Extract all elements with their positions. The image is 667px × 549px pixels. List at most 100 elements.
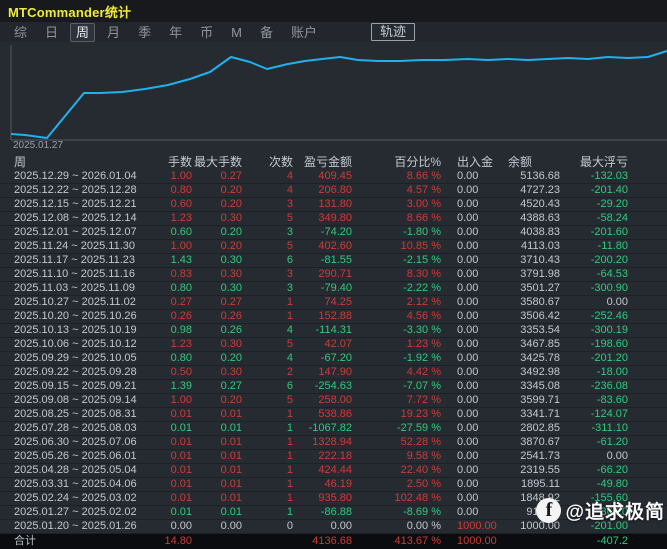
app-window: MTCommander统计 综日周月季年币 M 备账户 轨迹 2025.01.27 …	[0, 0, 667, 549]
row-16-cell-5: -254.63	[314, 380, 352, 392]
menu-item-5[interactable]: 季	[132, 24, 157, 41]
table-row[interactable]: 2025.11.17 ~ 2025.11.23 1.43 0.30 6 -81.55 -2…	[0, 254, 667, 268]
row-15-cell-5: 147.90	[318, 366, 352, 378]
row-14-cell-7: 0.00	[457, 352, 479, 364]
column-header-5: 盈亏金额	[303, 154, 352, 169]
row-10-cell-8: 3580.67	[520, 296, 560, 308]
table-row[interactable]: 2025.08.25 ~ 2025.08.31 0.01 0.01 1 538.86 19…	[0, 408, 667, 422]
table-row[interactable]: 2025.09.22 ~ 2025.09.28 0.50 0.30 2 147.90 4.…	[0, 366, 667, 380]
table-row[interactable]: 2025.03.31 ~ 2025.04.06 0.01 0.01 1 46.19 2.5…	[0, 478, 667, 492]
table-row[interactable]: 2025.01.27 ~ 2025.02.02 0.01 0.01 1 -86.88 -8…	[0, 506, 667, 520]
table-row[interactable]: 2025.09.08 ~ 2025.09.14 1.00 0.20 5 258.00 7.…	[0, 394, 667, 408]
row-2-cell-3: 0.20	[220, 184, 242, 196]
column-header-7: 出入金	[457, 154, 494, 169]
row-7-cell-4: 6	[286, 254, 293, 266]
table-row[interactable]: 2025.04.28 ~ 2025.05.04 0.01 0.01 1 424.44 22…	[0, 464, 667, 478]
row-18-cell-7: 0.00	[457, 408, 479, 420]
row-6-cell-6: 10.85 %	[400, 240, 441, 252]
row-3-cell-4: 3	[286, 198, 293, 210]
row-2-cell-4: 4	[286, 184, 293, 196]
table-row[interactable]: 2025.09.29 ~ 2025.10.05 0.80 0.20 4 -67.20 -1…	[0, 352, 667, 366]
row-1-cell-6: 8.66 %	[406, 170, 441, 182]
row-5-cell-5: -74.20	[320, 226, 352, 238]
table-row[interactable]: 2025.10.27 ~ 2025.11.02 0.27 0.27 1 74.25 2.1…	[0, 296, 667, 310]
table-row[interactable]: 2025.12.08 ~ 2025.12.14 1.23 0.30 5 349.80 8.…	[0, 212, 667, 226]
row-8-cell-9: -64.53	[596, 268, 628, 280]
row-8-cell-3: 0.30	[220, 268, 242, 280]
table-row[interactable]: 2025.01.20 ~ 2025.01.26 0.00 0.00 0 0.00 0.00…	[0, 520, 667, 534]
row-11-cell-6: 4.56 %	[406, 310, 441, 322]
row-15-cell-4: 2	[286, 366, 293, 378]
row-3-cell-6: 3.00 %	[406, 198, 441, 210]
table-row[interactable]: 2025.07.28 ~ 2025.08.03 0.01 0.01 1 -1067.82…	[0, 422, 667, 436]
menu-item-1[interactable]: 综	[8, 24, 33, 41]
table-row[interactable]: 2025.12.22 ~ 2025.12.28 0.80 0.20 4 206.80 4.…	[0, 184, 667, 198]
table-row[interactable]: 2025.12.01 ~ 2025.12.07 0.60 0.20 3 -74.20 -1…	[0, 226, 667, 240]
menu-item-8[interactable]: M	[225, 24, 248, 41]
row-5-cell-4: 3	[286, 226, 293, 238]
table-row[interactable]: 2025.06.30 ~ 2025.07.06 0.01 0.01 1 1328.94 5…	[0, 436, 667, 450]
row-13-cell-7: 0.00	[457, 338, 479, 350]
table-row[interactable]: 2025.02.24 ~ 2025.03.02 0.01 0.01 1 935.80 10…	[0, 492, 667, 506]
row-11-cell-3: 0.26	[220, 310, 242, 322]
menu-item-4[interactable]: 月	[101, 24, 126, 41]
menu-item-2[interactable]: 日	[39, 24, 64, 41]
row-2-cell-6: 4.57 %	[406, 184, 441, 196]
row-1-cell-1: 2025.12.29 ~ 2026.01.04	[14, 170, 137, 182]
table-row[interactable]: 2025.10.13 ~ 2025.10.19 0.98 0.26 4 -114.31 -…	[0, 324, 667, 338]
table-row[interactable]: 2025.05.26 ~ 2025.06.01 0.01 0.01 1 222.18 9.…	[0, 450, 667, 464]
column-header-6: 百分比%	[394, 154, 441, 169]
row-15-cell-7: 0.00	[457, 366, 479, 378]
row-10-cell-9: 0.00	[606, 296, 628, 308]
row-23-cell-5: 46.19	[324, 478, 352, 490]
menu-bar: 综日周月季年币 M 备账户 轨迹	[0, 22, 667, 42]
table-row[interactable]: 2025.10.20 ~ 2025.10.26 0.26 0.26 1 152.88 4.…	[0, 310, 667, 324]
row-23-cell-6: 2.50 %	[406, 478, 441, 490]
track-button[interactable]: 轨迹	[370, 23, 415, 41]
row-24-cell-7: 0.00	[457, 492, 479, 504]
row-23-cell-8: 1895.11	[521, 478, 560, 490]
table-row[interactable]: 2025.09.15 ~ 2025.09.21 1.39 0.27 6 -254.63 -…	[0, 380, 667, 394]
row-1-cell-9: -132.03	[590, 170, 628, 182]
row-2-cell-1: 2025.12.22 ~ 2025.12.28	[14, 184, 137, 196]
row-12-cell-1: 2025.10.13 ~ 2025.10.19	[14, 324, 137, 336]
row-9-cell-7: 0.00	[457, 282, 479, 294]
row-10-cell-6: 2.12 %	[406, 296, 441, 308]
row-20-cell-3: 0.01	[220, 436, 242, 448]
row-6-cell-8: 4113.03	[521, 240, 560, 252]
row-26-cell-8: 1000.00	[520, 520, 560, 532]
table-row[interactable]: 2025.11.10 ~ 2025.11.16 0.83 0.30 3 290.71 8.…	[0, 268, 667, 282]
row-9-cell-2: 0.80	[170, 282, 192, 294]
row-11-cell-1: 2025.10.20 ~ 2025.10.26	[14, 310, 137, 322]
row-14-cell-1: 2025.09.29 ~ 2025.10.05	[14, 352, 137, 364]
menu-item-6[interactable]: 年	[163, 24, 188, 41]
row-15-cell-9: -18.00	[596, 366, 628, 378]
table-row[interactable]: 2025.12.15 ~ 2025.12.21 0.60 0.20 3 131.80 3.…	[0, 198, 667, 212]
row-2-cell-5: 206.80	[318, 184, 352, 196]
menu-item-3[interactable]: 周	[70, 22, 96, 42]
row-17-cell-8: 3599.71	[520, 394, 560, 406]
table-row[interactable]: 2025.12.29 ~ 2026.01.04 1.00 0.27 4 409.45 8.…	[0, 170, 667, 184]
row-26-cell-6: 0.00 %	[406, 520, 441, 532]
row-13-cell-2: 1.23	[170, 338, 192, 350]
row-13-cell-9: -198.60	[590, 338, 628, 350]
row-24-cell-8: 1848.92	[520, 492, 560, 504]
table-row[interactable]: 2025.10.06 ~ 2025.10.12 1.23 0.30 5 42.07 1.2…	[0, 338, 667, 352]
table-row[interactable]: 2025.11.24 ~ 2025.11.30 1.00 0.20 5 402.60 10…	[0, 240, 667, 254]
total-cell-6: 413.67 %	[394, 535, 441, 547]
table-row[interactable]: 2025.11.03 ~ 2025.11.09 0.80 0.30 3 -79.40 -2…	[0, 282, 667, 296]
menu-item-9[interactable]: 备	[254, 24, 279, 41]
row-4-cell-9: -58.24	[596, 212, 628, 224]
row-23-cell-2: 0.01	[170, 478, 192, 490]
menu-item-10[interactable]: 账户	[285, 24, 323, 41]
row-24-cell-4: 1	[286, 492, 293, 504]
row-21-cell-8: 2541.73	[520, 450, 560, 462]
row-18-cell-9: -124.07	[590, 408, 628, 420]
row-25-cell-1: 2025.01.27 ~ 2025.02.02	[14, 506, 137, 518]
row-9-cell-6: -2.22 %	[403, 282, 441, 294]
row-3-cell-9: -29.20	[596, 198, 628, 210]
row-7-cell-8: 3710.43	[520, 254, 560, 266]
row-4-cell-1: 2025.12.08 ~ 2025.12.14	[14, 212, 137, 224]
menu-item-7[interactable]: 币	[194, 24, 219, 41]
row-17-cell-7: 0.00	[457, 394, 479, 406]
